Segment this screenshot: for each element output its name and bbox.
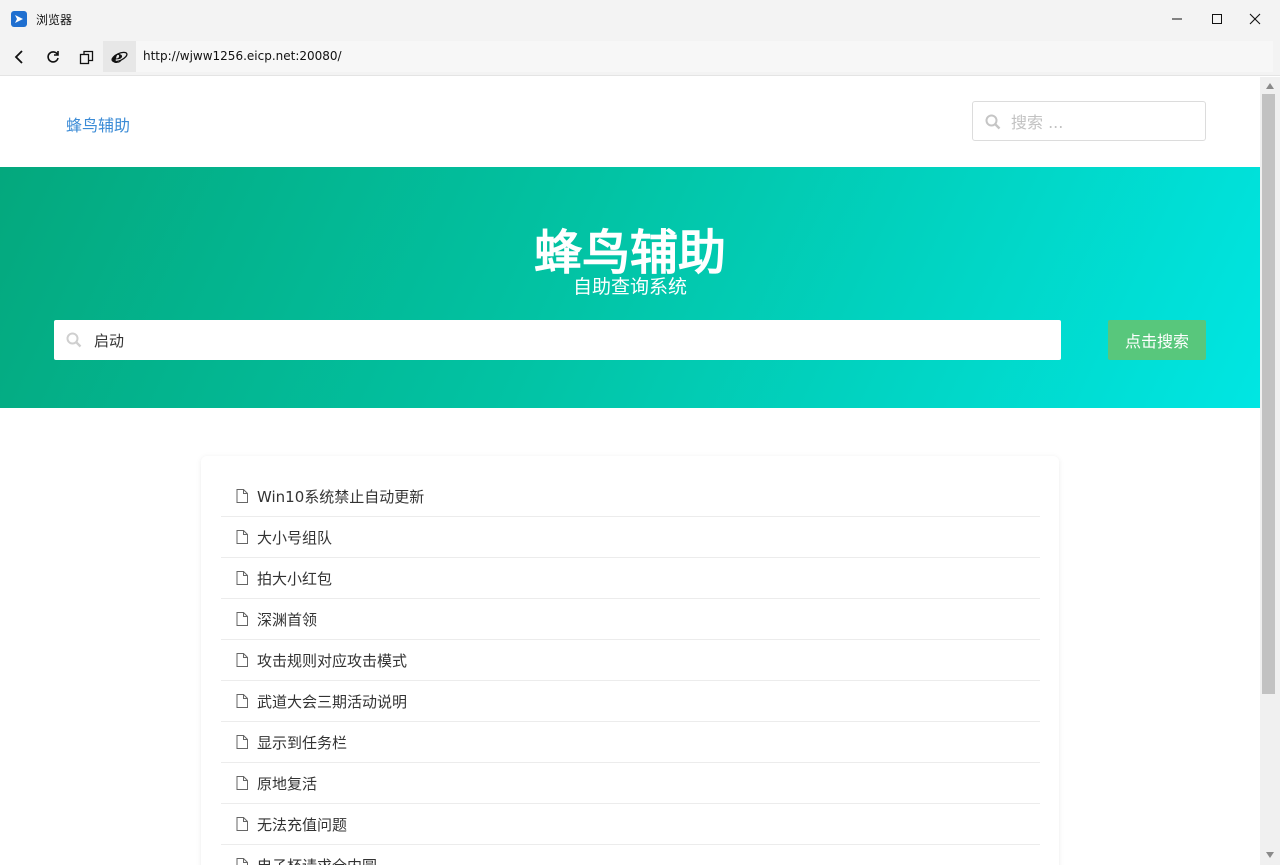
hero-subtitle: 自助查询系统	[572, 276, 687, 298]
result-title: 攻击规则对应攻击模式	[257, 651, 408, 670]
hero-search-input[interactable]	[94, 328, 1044, 352]
search-icon	[985, 114, 1001, 130]
maximize-button[interactable]	[1197, 0, 1237, 38]
result-item[interactable]: 电子杯请求全内圆	[221, 845, 1040, 865]
result-item[interactable]: 大小号组队	[221, 517, 1040, 558]
window-title: 浏览器	[36, 13, 73, 27]
result-item[interactable]: 拍大小红包	[221, 558, 1040, 599]
refresh-icon	[47, 51, 59, 63]
address-bar: e http://wjww1256.eicp.net:20080/	[103, 41, 1273, 72]
scroll-down-button[interactable]	[1264, 849, 1276, 861]
result-item[interactable]: 显示到任务栏	[221, 722, 1040, 763]
result-title: 深渊首领	[257, 610, 318, 629]
result-item[interactable]: 原地复活	[221, 763, 1040, 804]
result-title: 大小号组队	[257, 528, 333, 547]
document-icon	[236, 653, 248, 667]
brand-link[interactable]: 蜂鸟辅助	[66, 112, 130, 136]
search-icon	[66, 332, 82, 348]
page-viewport: 蜂鸟辅助 蜂鸟辅助 自助查询系统 点击搜索 Win10系统禁止自动更新大小号组队…	[0, 77, 1260, 865]
back-button[interactable]	[7, 44, 33, 70]
document-icon	[236, 612, 248, 626]
result-title: 原地复活	[257, 774, 318, 793]
close-button[interactable]	[1235, 0, 1275, 38]
search-submit-button[interactable]: 点击搜索	[1108, 320, 1206, 360]
url-field[interactable]: http://wjww1256.eicp.net:20080/	[136, 41, 1273, 72]
browser-navbar: e http://wjww1256.eicp.net:20080/	[0, 38, 1280, 76]
document-icon	[236, 694, 248, 708]
document-icon	[236, 858, 248, 865]
window-titlebar: 浏览器	[0, 0, 1280, 38]
result-title: Win10系统禁止自动更新	[257, 487, 425, 506]
scroll-thumb[interactable]	[1262, 94, 1275, 694]
result-title: 电子杯请求全内圆	[257, 855, 377, 865]
result-item[interactable]: Win10系统禁止自动更新	[221, 476, 1040, 517]
document-icon	[236, 571, 248, 585]
ie-engine-icon[interactable]: e	[103, 41, 136, 72]
close-icon	[1249, 13, 1261, 25]
result-item[interactable]: 攻击规则对应攻击模式	[221, 640, 1040, 681]
minimize-button[interactable]	[1157, 0, 1197, 38]
maximize-icon	[1212, 14, 1222, 24]
results-list: Win10系统禁止自动更新 大小号组队拍大小红包深渊首领攻击规则对应攻击模式 武道大…	[221, 476, 1040, 865]
caret-up-icon	[1266, 83, 1274, 89]
result-item[interactable]: 深渊首领	[221, 599, 1040, 640]
header-search-box[interactable]	[972, 101, 1206, 141]
results-card: Win10系统禁止自动更新 大小号组队拍大小红包深渊首领攻击规则对应攻击模式 武道大…	[201, 456, 1059, 865]
result-title: 拍大小红包	[257, 569, 333, 588]
browser-app-icon	[11, 11, 27, 27]
result-title: 无法充值问题	[257, 815, 348, 834]
minimize-icon	[1172, 18, 1182, 20]
url-text: http://wjww1256.eicp.net:20080/	[143, 49, 342, 63]
pages-icon	[79, 50, 93, 64]
result-title: 显示到任务栏	[257, 733, 348, 752]
hero-search-box[interactable]	[54, 320, 1061, 360]
result-item[interactable]: 无法充值问题	[221, 804, 1040, 845]
hero-banner: 蜂鸟辅助 自助查询系统 点击搜索	[0, 167, 1260, 408]
document-icon	[236, 817, 248, 831]
back-arrow-icon	[14, 50, 23, 64]
result-title: 武道大会三期活动说明	[257, 692, 408, 711]
document-icon	[236, 735, 248, 749]
document-icon	[236, 776, 248, 790]
document-icon	[236, 489, 248, 503]
refresh-button[interactable]	[40, 44, 66, 70]
header-search-input[interactable]	[1011, 110, 1196, 134]
page-scrollbar[interactable]	[1260, 77, 1280, 865]
result-item[interactable]: 武道大会三期活动说明	[221, 681, 1040, 722]
document-icon	[236, 530, 248, 544]
scroll-up-button[interactable]	[1264, 80, 1276, 92]
caret-down-icon	[1266, 852, 1274, 858]
compat-mode-button[interactable]	[73, 44, 99, 70]
